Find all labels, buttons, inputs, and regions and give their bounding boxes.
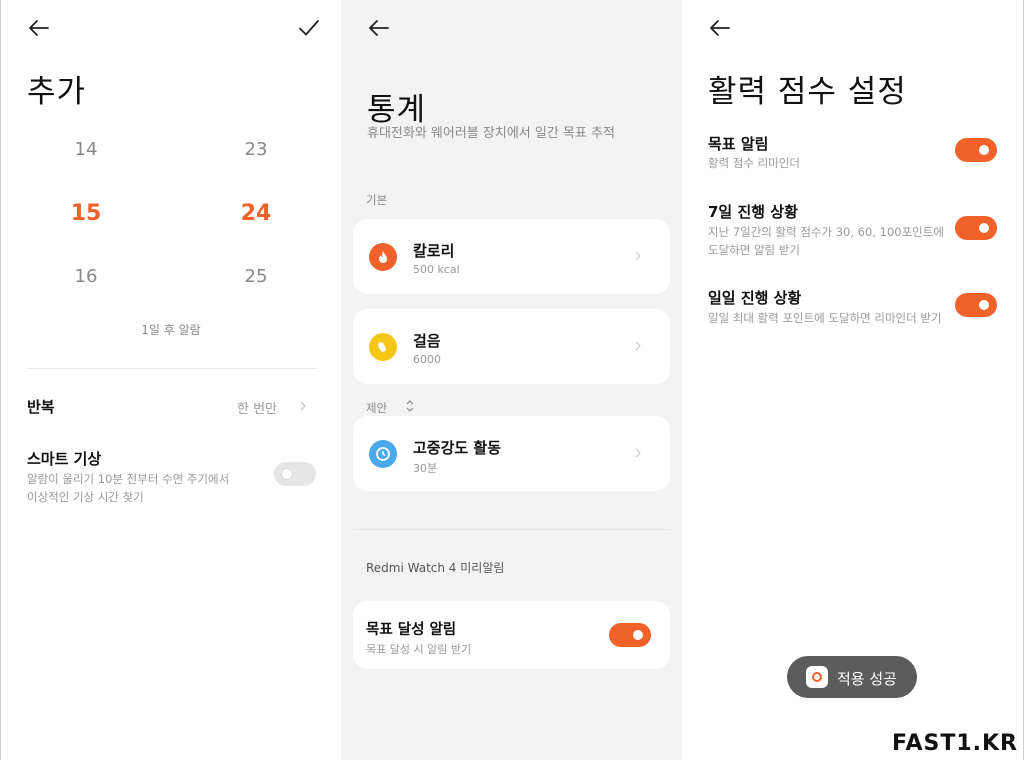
confirm-check-icon[interactable] [297, 16, 321, 40]
card-value: 500 kcal [413, 263, 460, 276]
minute-option[interactable]: 23 [226, 139, 286, 160]
card-value: 30분 [413, 462, 438, 475]
chevron-right-icon [300, 401, 306, 411]
card-value: 6000 [413, 353, 441, 366]
goal-alert-card: 목표 달성 알림 목표 달성 시 알림 받기 [353, 601, 670, 669]
repeat-label: 반복 [27, 398, 55, 416]
card-desc: 목표 달성 시 알림 받기 [366, 643, 472, 656]
setting-title: 목표 알림 [708, 135, 769, 153]
stats-panel: 통계 휴대전화와 웨어러블 장치에서 일간 목표 추적 기본 칼로리 500 k… [341, 0, 682, 760]
repeat-value: 한 번만 [237, 402, 278, 417]
footprint-icon [369, 333, 397, 361]
weekly-progress-toggle[interactable] [955, 216, 997, 240]
setting-title: 7일 진행 상황 [708, 203, 798, 221]
smart-wake-label: 스마트 기상 [27, 450, 102, 468]
page-title: 활력 점수 설정 [708, 74, 907, 110]
page-subtitle: 휴대전화와 웨어러블 장치에서 일간 목표 추적 [367, 126, 615, 141]
device-label: Redmi Watch 4 미리알림 [366, 561, 505, 575]
sort-updown-icon[interactable] [405, 400, 415, 412]
goal-alert-toggle[interactable] [955, 138, 997, 162]
card-title: 칼로리 [413, 242, 455, 260]
setting-desc: 도달하면 알림 받기 [708, 243, 800, 257]
setting-title: 일일 진행 상황 [708, 289, 802, 307]
flame-icon [369, 243, 397, 271]
goal-alert-toggle[interactable] [609, 623, 651, 647]
page-title: 추가 [27, 74, 87, 110]
smart-wake-toggle[interactable] [274, 462, 316, 486]
setting-desc: 일일 최대 활력 포인트에 도달하면 리마인더 받기 [708, 311, 942, 325]
card-title: 목표 달성 알림 [366, 622, 457, 638]
hour-selected[interactable]: 15 [56, 201, 116, 226]
toast-text: 적용 성공 [837, 670, 897, 688]
watermark: FAST1.KR [891, 731, 1018, 756]
clock-icon [369, 440, 397, 468]
page-title: 통계 [367, 92, 427, 128]
chevron-right-icon [635, 251, 641, 261]
back-arrow-icon[interactable] [27, 16, 51, 40]
steps-card[interactable]: 걸음 6000 [353, 309, 670, 384]
alarm-summary: 1일 후 알람 [141, 323, 201, 337]
setting-desc: 활력 점수 리마인더 [708, 156, 800, 170]
hour-option[interactable]: 14 [56, 139, 116, 160]
divider [27, 368, 317, 369]
calorie-card[interactable]: 칼로리 500 kcal [353, 219, 670, 294]
back-arrow-icon[interactable] [367, 16, 391, 40]
chevron-right-icon [635, 448, 641, 458]
alarm-add-panel: 추가 14 15 16 23 24 25 1일 후 알람 반복 한 번만 스마트… [1, 0, 341, 760]
section-basic-label: 기본 [366, 193, 388, 207]
smart-wake-desc: 이상적인 기상 시간 찾기 [27, 490, 144, 504]
activity-score-panel: 활력 점수 설정 목표 알림 활력 점수 리마인더 7일 진행 상황 지난 7일… [682, 0, 1023, 760]
section-suggest-label: 제안 [366, 401, 388, 415]
activity-card[interactable]: 고중강도 활동 30분 [353, 416, 670, 491]
setting-desc: 지난 7일간의 활력 점수가 30, 60, 100포인트에 [708, 225, 944, 239]
back-arrow-icon[interactable] [708, 16, 732, 40]
hour-option[interactable]: 16 [56, 266, 116, 287]
success-toast: 적용 성공 [787, 656, 917, 698]
daily-progress-toggle[interactable] [955, 293, 997, 317]
divider [353, 529, 670, 530]
minute-option[interactable]: 25 [226, 266, 286, 287]
card-title: 고중강도 활동 [413, 439, 502, 457]
card-title: 걸음 [413, 332, 441, 350]
smart-wake-desc: 알람이 울리기 10분 전부터 수면 주기에서 [27, 472, 230, 486]
chevron-right-icon [635, 341, 641, 351]
app-icon [806, 666, 828, 688]
minute-selected[interactable]: 24 [226, 201, 286, 226]
